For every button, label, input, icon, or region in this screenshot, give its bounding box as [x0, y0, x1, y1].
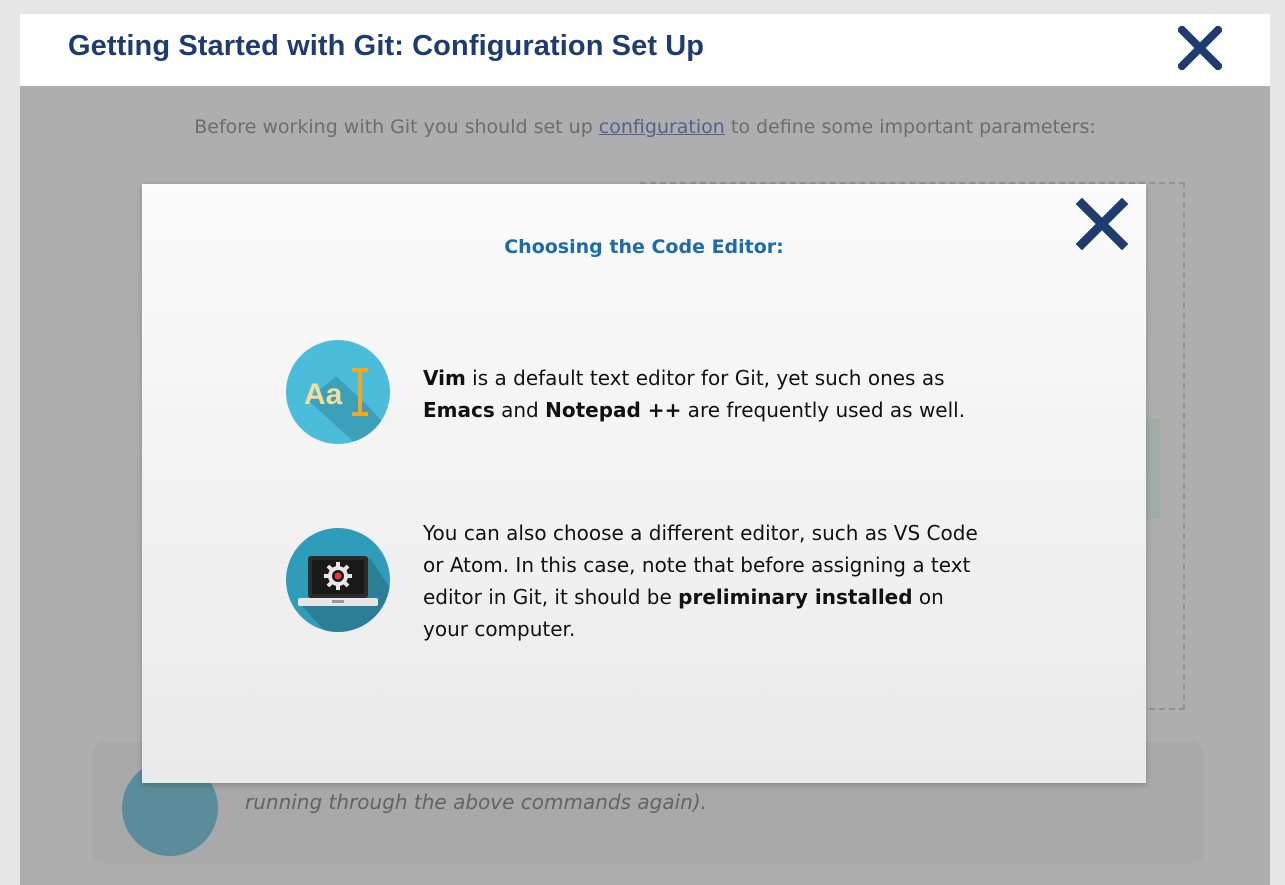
page-title: Getting Started with Git: Configuration … [68, 30, 705, 62]
vim-info-text: Vim is a default text editor for Git, ye… [423, 366, 966, 422]
text-editor-icon: Aa [286, 340, 390, 444]
modal-title: Choosing the Code Editor: [504, 236, 784, 258]
page-header: Getting Started with Git: Configuration … [20, 14, 1270, 86]
custom-editor-info-text: You can also choose a different editor, … [423, 521, 978, 641]
app-window: Getting Started with Git: Configuration … [20, 14, 1270, 885]
svg-text:Aa: Aa [304, 378, 343, 411]
close-button[interactable] [1176, 24, 1224, 72]
laptop-settings-icon [286, 528, 390, 632]
close-icon [1176, 24, 1224, 72]
code-editor-modal: Choosing the Code Editor: Aa Vim is a de… [142, 184, 1146, 783]
